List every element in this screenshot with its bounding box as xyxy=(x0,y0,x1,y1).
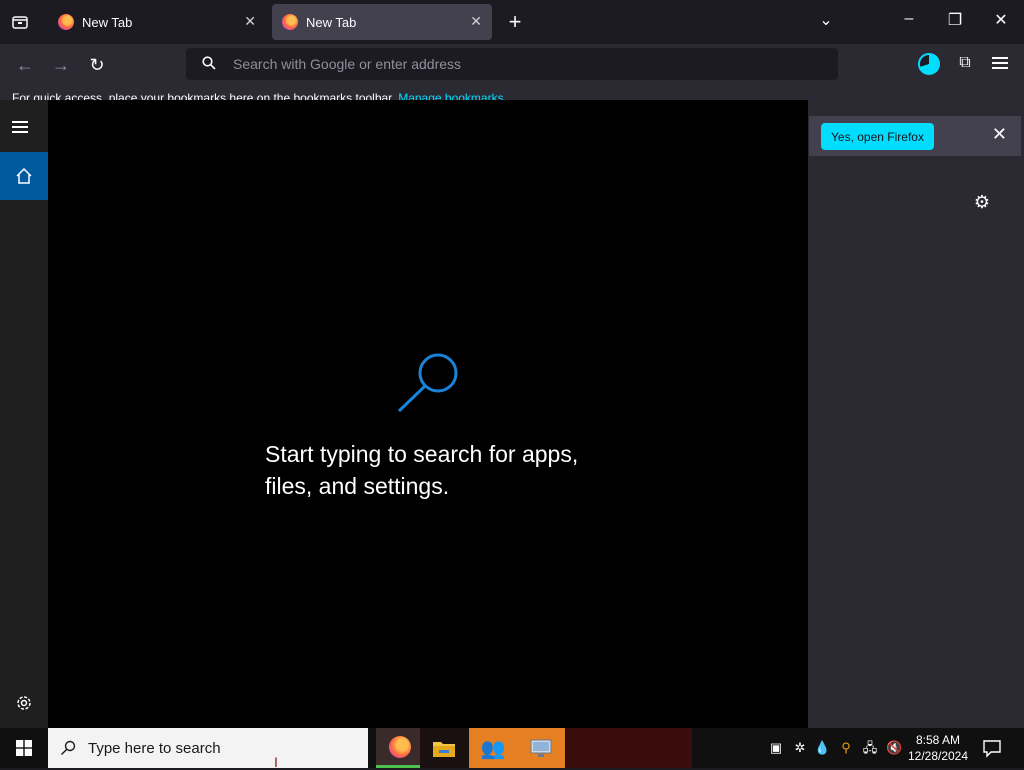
people-icon: 👥 xyxy=(480,737,506,760)
tab-overview-icon[interactable] xyxy=(10,12,30,32)
bookmarks-hint-text: For quick access, place your bookmarks h… xyxy=(12,91,395,100)
taskbar-app-strip[interactable] xyxy=(566,728,692,768)
settings-gear-icon[interactable] xyxy=(13,692,35,714)
browser-tab-strip: New Tab ✕ New Tab ✕ + ⌄ – ❐ ✕ xyxy=(0,0,1024,44)
network-icon[interactable]: 🖧 xyxy=(862,740,878,756)
account-icon[interactable] xyxy=(918,53,940,75)
search-icon xyxy=(202,56,216,70)
clock-date: 12/28/2024 xyxy=(907,749,969,763)
folder-icon xyxy=(433,742,455,757)
restore-icon[interactable]: ❐ xyxy=(943,10,967,30)
default-browser-notification: Yes, open Firefox ✕ xyxy=(809,116,1021,156)
search-flyout-sidebar xyxy=(0,100,48,728)
minimize-icon[interactable]: – xyxy=(897,10,921,28)
close-tab-icon[interactable]: ✕ xyxy=(244,13,256,30)
home-icon[interactable] xyxy=(0,152,48,200)
forward-arrow-icon[interactable]: → xyxy=(50,54,72,76)
search-tool-icon[interactable]: ⚲ xyxy=(838,740,854,756)
search-empty-message-line1: Start typing to search for apps, xyxy=(265,441,579,467)
taskbar-search-placeholder: Type here to search xyxy=(88,740,221,757)
browser-nav-bar: ← → ↻ Search with Google or enter addres… xyxy=(0,44,1024,86)
windows-search-flyout: Start typing to search for apps, files, … xyxy=(0,100,808,728)
new-tab-button[interactable]: + xyxy=(504,9,526,35)
gear-icon[interactable]: ⚙ xyxy=(972,192,992,212)
tab-new-tab-2[interactable]: New Tab ✕ xyxy=(272,4,492,40)
taskbar-people-app[interactable]: 👥 xyxy=(469,728,517,768)
search-icon xyxy=(397,353,458,413)
display-icon[interactable]: ▣ xyxy=(768,740,784,756)
search-empty-message: Start typing to search for apps, files, … xyxy=(265,438,625,502)
address-bar[interactable]: Search with Google or enter address xyxy=(186,48,838,80)
list-all-tabs-icon[interactable]: ⌄ xyxy=(814,10,838,30)
search-icon xyxy=(61,740,76,755)
app-menu-icon[interactable] xyxy=(992,54,1008,74)
close-window-icon[interactable]: ✕ xyxy=(989,10,1013,30)
firefox-icon xyxy=(389,735,411,758)
clock-time: 8:58 AM xyxy=(915,733,961,747)
extensions-icon[interactable]: ⧉ xyxy=(955,54,975,74)
firefox-icon xyxy=(58,14,74,30)
tab-label: New Tab xyxy=(82,14,133,30)
monitor-icon xyxy=(530,739,552,757)
tab-new-tab-1[interactable]: New Tab ✕ xyxy=(48,4,266,40)
tab-label: New Tab xyxy=(306,14,357,30)
windows-taskbar: Type here to search I 👥 ▣ ✲ 💧 ⚲ 🖧 🔇 8:58… xyxy=(0,728,1024,770)
windows-logo-icon xyxy=(16,740,32,756)
action-center-icon[interactable] xyxy=(982,738,1002,758)
close-notification-icon[interactable]: ✕ xyxy=(992,124,1007,145)
network-error-icon[interactable]: ✲ xyxy=(792,740,808,756)
address-bar-placeholder: Search with Google or enter address xyxy=(233,56,462,72)
taskbar-monitor-app[interactable] xyxy=(517,728,565,768)
taskbar-search-box[interactable]: Type here to search I xyxy=(48,728,368,770)
yes-open-firefox-button[interactable]: Yes, open Firefox xyxy=(821,123,934,150)
volume-muted-icon[interactable]: 🔇 xyxy=(886,740,902,756)
droplet-icon[interactable]: 💧 xyxy=(814,740,830,756)
taskbar-file-explorer[interactable] xyxy=(420,728,468,768)
taskbar-firefox[interactable] xyxy=(376,728,424,768)
manage-bookmarks-link[interactable]: Manage bookmarks xyxy=(398,91,503,100)
back-arrow-icon[interactable]: ← xyxy=(14,54,36,76)
hamburger-menu-icon[interactable] xyxy=(12,118,36,138)
system-tray: ▣ ✲ 💧 ⚲ 🖧 🔇 xyxy=(766,728,906,768)
reload-icon[interactable]: ↻ xyxy=(86,54,108,76)
close-tab-icon[interactable]: ✕ xyxy=(470,13,482,30)
firefox-icon xyxy=(282,14,298,30)
search-empty-message-line2: files, and settings. xyxy=(265,473,450,499)
bookmarks-toolbar: For quick access, place your bookmarks h… xyxy=(0,86,1024,100)
start-button[interactable] xyxy=(0,728,48,768)
taskbar-clock[interactable]: 8:58 AM 12/28/2024 xyxy=(906,732,970,764)
